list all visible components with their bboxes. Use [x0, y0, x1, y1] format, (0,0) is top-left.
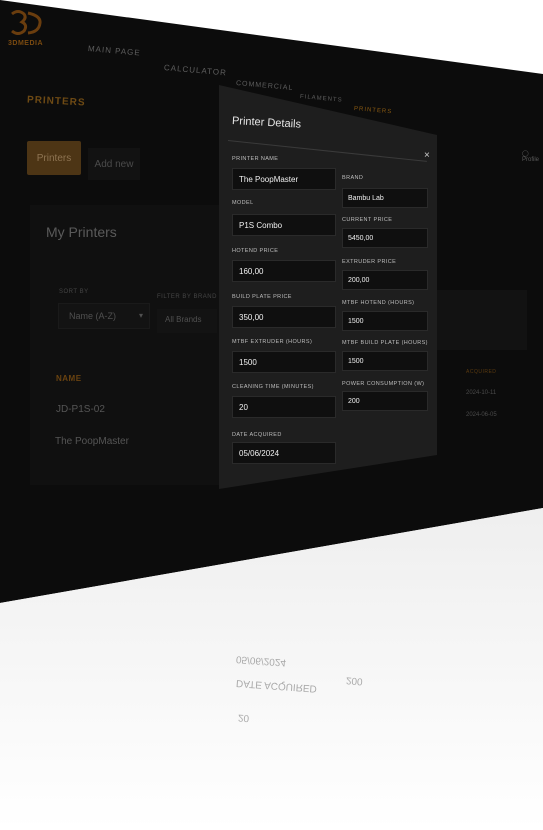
date-acquired-field[interactable]: 05/06/2024: [232, 442, 336, 464]
sort-label: SORT BY: [59, 289, 89, 295]
date-acquired-label: DATE ACQUIRED: [232, 432, 282, 438]
brand-filter-select[interactable]: All Brands: [157, 309, 217, 333]
tab-add-new[interactable]: Add new: [88, 148, 140, 180]
model-field[interactable]: P1S Combo: [232, 214, 336, 236]
brand-field[interactable]: Bambu Lab: [342, 188, 428, 208]
logo-icon[interactable]: [8, 8, 42, 38]
column-header-acquired[interactable]: ACQUIRED: [466, 369, 496, 375]
nav-printers[interactable]: PRINTERS: [354, 106, 393, 115]
table-row-name[interactable]: JD-P1S-02: [56, 404, 105, 415]
nav-filaments[interactable]: FILAMENTS: [300, 94, 343, 104]
hotend-price-label: HOTEND PRICE: [232, 248, 279, 254]
mtbf-extruder-label: MTBF EXTRUDER (HOURS): [232, 339, 313, 345]
mtbf-hotend-label: MTBF HOTEND (HOURS): [342, 300, 415, 306]
extruder-price-label: EXTRUDER PRICE: [342, 259, 397, 265]
profile-label: Profile: [522, 157, 540, 163]
mtbf-build-plate-label: MTBF BUILD PLATE (HOURS): [342, 340, 428, 346]
screenshot-root: 3DMEDIA MAIN PAGE CALCULATOR COMMERCIAL …: [0, 0, 543, 830]
nav-calculator[interactable]: CALCULATOR: [164, 63, 228, 77]
brand-label: BRAND: [342, 175, 364, 181]
mtbf-hotend-field[interactable]: 1500: [342, 311, 428, 331]
profile-link[interactable]: ◯ Profile: [522, 150, 543, 163]
cleaning-time-field[interactable]: 20: [232, 396, 336, 418]
build-plate-price-field[interactable]: 350,00: [232, 306, 336, 328]
printers-card-right: [437, 290, 527, 350]
column-header-name[interactable]: NAME: [56, 374, 82, 383]
current-price-field[interactable]: 5450,00: [342, 228, 428, 248]
extruder-price-field[interactable]: 200,00: [342, 270, 428, 290]
sort-value: Name (A-Z): [69, 311, 116, 321]
page-title: PRINTERS: [26, 94, 86, 109]
filter-label: FILTER BY BRAND: [157, 294, 217, 300]
table-row-acquired: 2024-10-11: [466, 390, 497, 396]
sort-select[interactable]: Name (A-Z) ▾: [58, 303, 150, 329]
cleaning-time-label: CLEANING TIME (MINUTES): [232, 384, 314, 390]
chevron-down-icon: ▾: [138, 311, 143, 320]
nav-main-page[interactable]: MAIN PAGE: [88, 44, 141, 58]
printer-name-label: PRINTER NAME: [232, 156, 279, 162]
close-icon[interactable]: ×: [424, 150, 430, 161]
tab-printers[interactable]: Printers: [27, 141, 81, 175]
build-plate-price-label: BUILD PLATE PRICE: [232, 294, 292, 300]
power-consumption-label: POWER CONSUMPTION (W): [342, 381, 425, 387]
mtbf-build-plate-field[interactable]: 1500: [342, 351, 428, 371]
current-price-label: CURRENT PRICE: [342, 217, 393, 223]
model-label: MODEL: [232, 200, 254, 206]
list-title: My Printers: [46, 224, 117, 240]
mtbf-extruder-field[interactable]: 1500: [232, 351, 336, 373]
table-row-name[interactable]: The PoopMaster: [55, 436, 129, 447]
logo-text: 3DMEDIA: [8, 40, 44, 47]
power-consumption-field[interactable]: 200: [342, 391, 428, 411]
hotend-price-field[interactable]: 160,00: [232, 260, 336, 282]
table-row-acquired: 2024-06-05: [466, 412, 497, 418]
nav-commercial[interactable]: COMMERCIAL: [236, 80, 294, 92]
printer-name-field[interactable]: The PoopMaster: [232, 168, 336, 190]
